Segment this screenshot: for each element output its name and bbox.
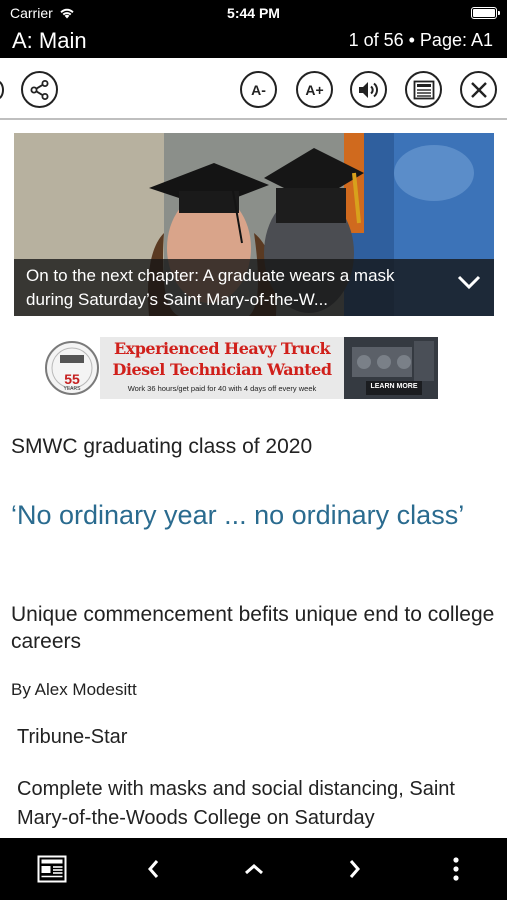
sections-grid-icon (37, 855, 67, 883)
ad-headline-line2: Diesel Technician Wanted (112, 360, 332, 379)
font-decrease-button[interactable]: A- (240, 71, 277, 108)
article-byline: By Alex Modesitt (11, 680, 137, 699)
article-kicker: SMWC graduating class of 2020 (11, 435, 313, 458)
next-button[interactable] (338, 852, 372, 886)
ad-logo-sub: YEARS (63, 386, 81, 392)
ad-logo-number: 55 (64, 371, 80, 387)
close-button[interactable] (460, 71, 497, 108)
status-time: 5:44 PM (227, 5, 280, 21)
photo-caption[interactable]: On to the next chapter: A graduate wears… (14, 259, 494, 316)
ad-headline-line1: Experienced Heavy Truck (113, 339, 331, 358)
up-button[interactable] (237, 852, 271, 886)
article-subhead: Unique commencement befits unique end to… (11, 603, 495, 653)
article-body: Complete with masks and social distancin… (17, 778, 455, 829)
section-title[interactable]: A: Main (12, 28, 87, 54)
more-vertical-icon (453, 857, 459, 881)
article-headline: ‘No ordinary year ... no ordinary class’ (11, 500, 465, 530)
share-icon (30, 79, 48, 100)
status-bar: Carrier 5:44 PM (0, 0, 507, 26)
ad-tagline: Work 36 hours/get paid for 40 with 4 day… (127, 384, 317, 393)
font-increase-button[interactable]: A+ (296, 71, 333, 108)
ad-banner[interactable]: 55 YEARS Experienced Heavy Truck Diesel … (44, 337, 438, 399)
article-source: Tribune-Star (17, 726, 128, 748)
sections-button[interactable] (35, 852, 69, 886)
page-indicator: 1 of 56 • Page: A1 (348, 30, 493, 50)
newspaper-icon (413, 80, 434, 99)
ad-text-panel: Experienced Heavy Truck Diesel Technicia… (100, 337, 344, 399)
chevron-up-icon (245, 864, 263, 875)
font-increase-label: A+ (305, 81, 324, 98)
title-bar: A: Main 1 of 56 • Page: A1 (0, 26, 507, 58)
ad-logo: 55 YEARS (44, 337, 100, 399)
audio-button[interactable] (350, 71, 387, 108)
speaker-icon (358, 81, 378, 98)
chevron-down-icon[interactable] (456, 274, 482, 290)
previous-button[interactable] (136, 852, 170, 886)
caption-text: On to the next chapter: A graduate wears… (26, 266, 395, 309)
bottom-navigation-bar (0, 838, 507, 900)
page-view-button[interactable] (405, 71, 442, 108)
battery-icon (471, 7, 500, 19)
font-decrease-label: A- (251, 81, 266, 98)
article-photo[interactable]: On to the next chapter: A graduate wears… (14, 133, 494, 316)
share-button[interactable] (21, 71, 58, 108)
article-toolbar: A- A+ (0, 58, 507, 120)
ad-photo-panel: LEARN MORE (344, 337, 438, 399)
more-button[interactable] (439, 852, 473, 886)
offscreen-button[interactable] (0, 80, 4, 100)
close-icon (470, 81, 487, 98)
chevron-left-icon (148, 860, 159, 878)
ad-cta-button[interactable]: LEARN MORE (366, 383, 422, 390)
chevron-right-icon (349, 860, 360, 878)
